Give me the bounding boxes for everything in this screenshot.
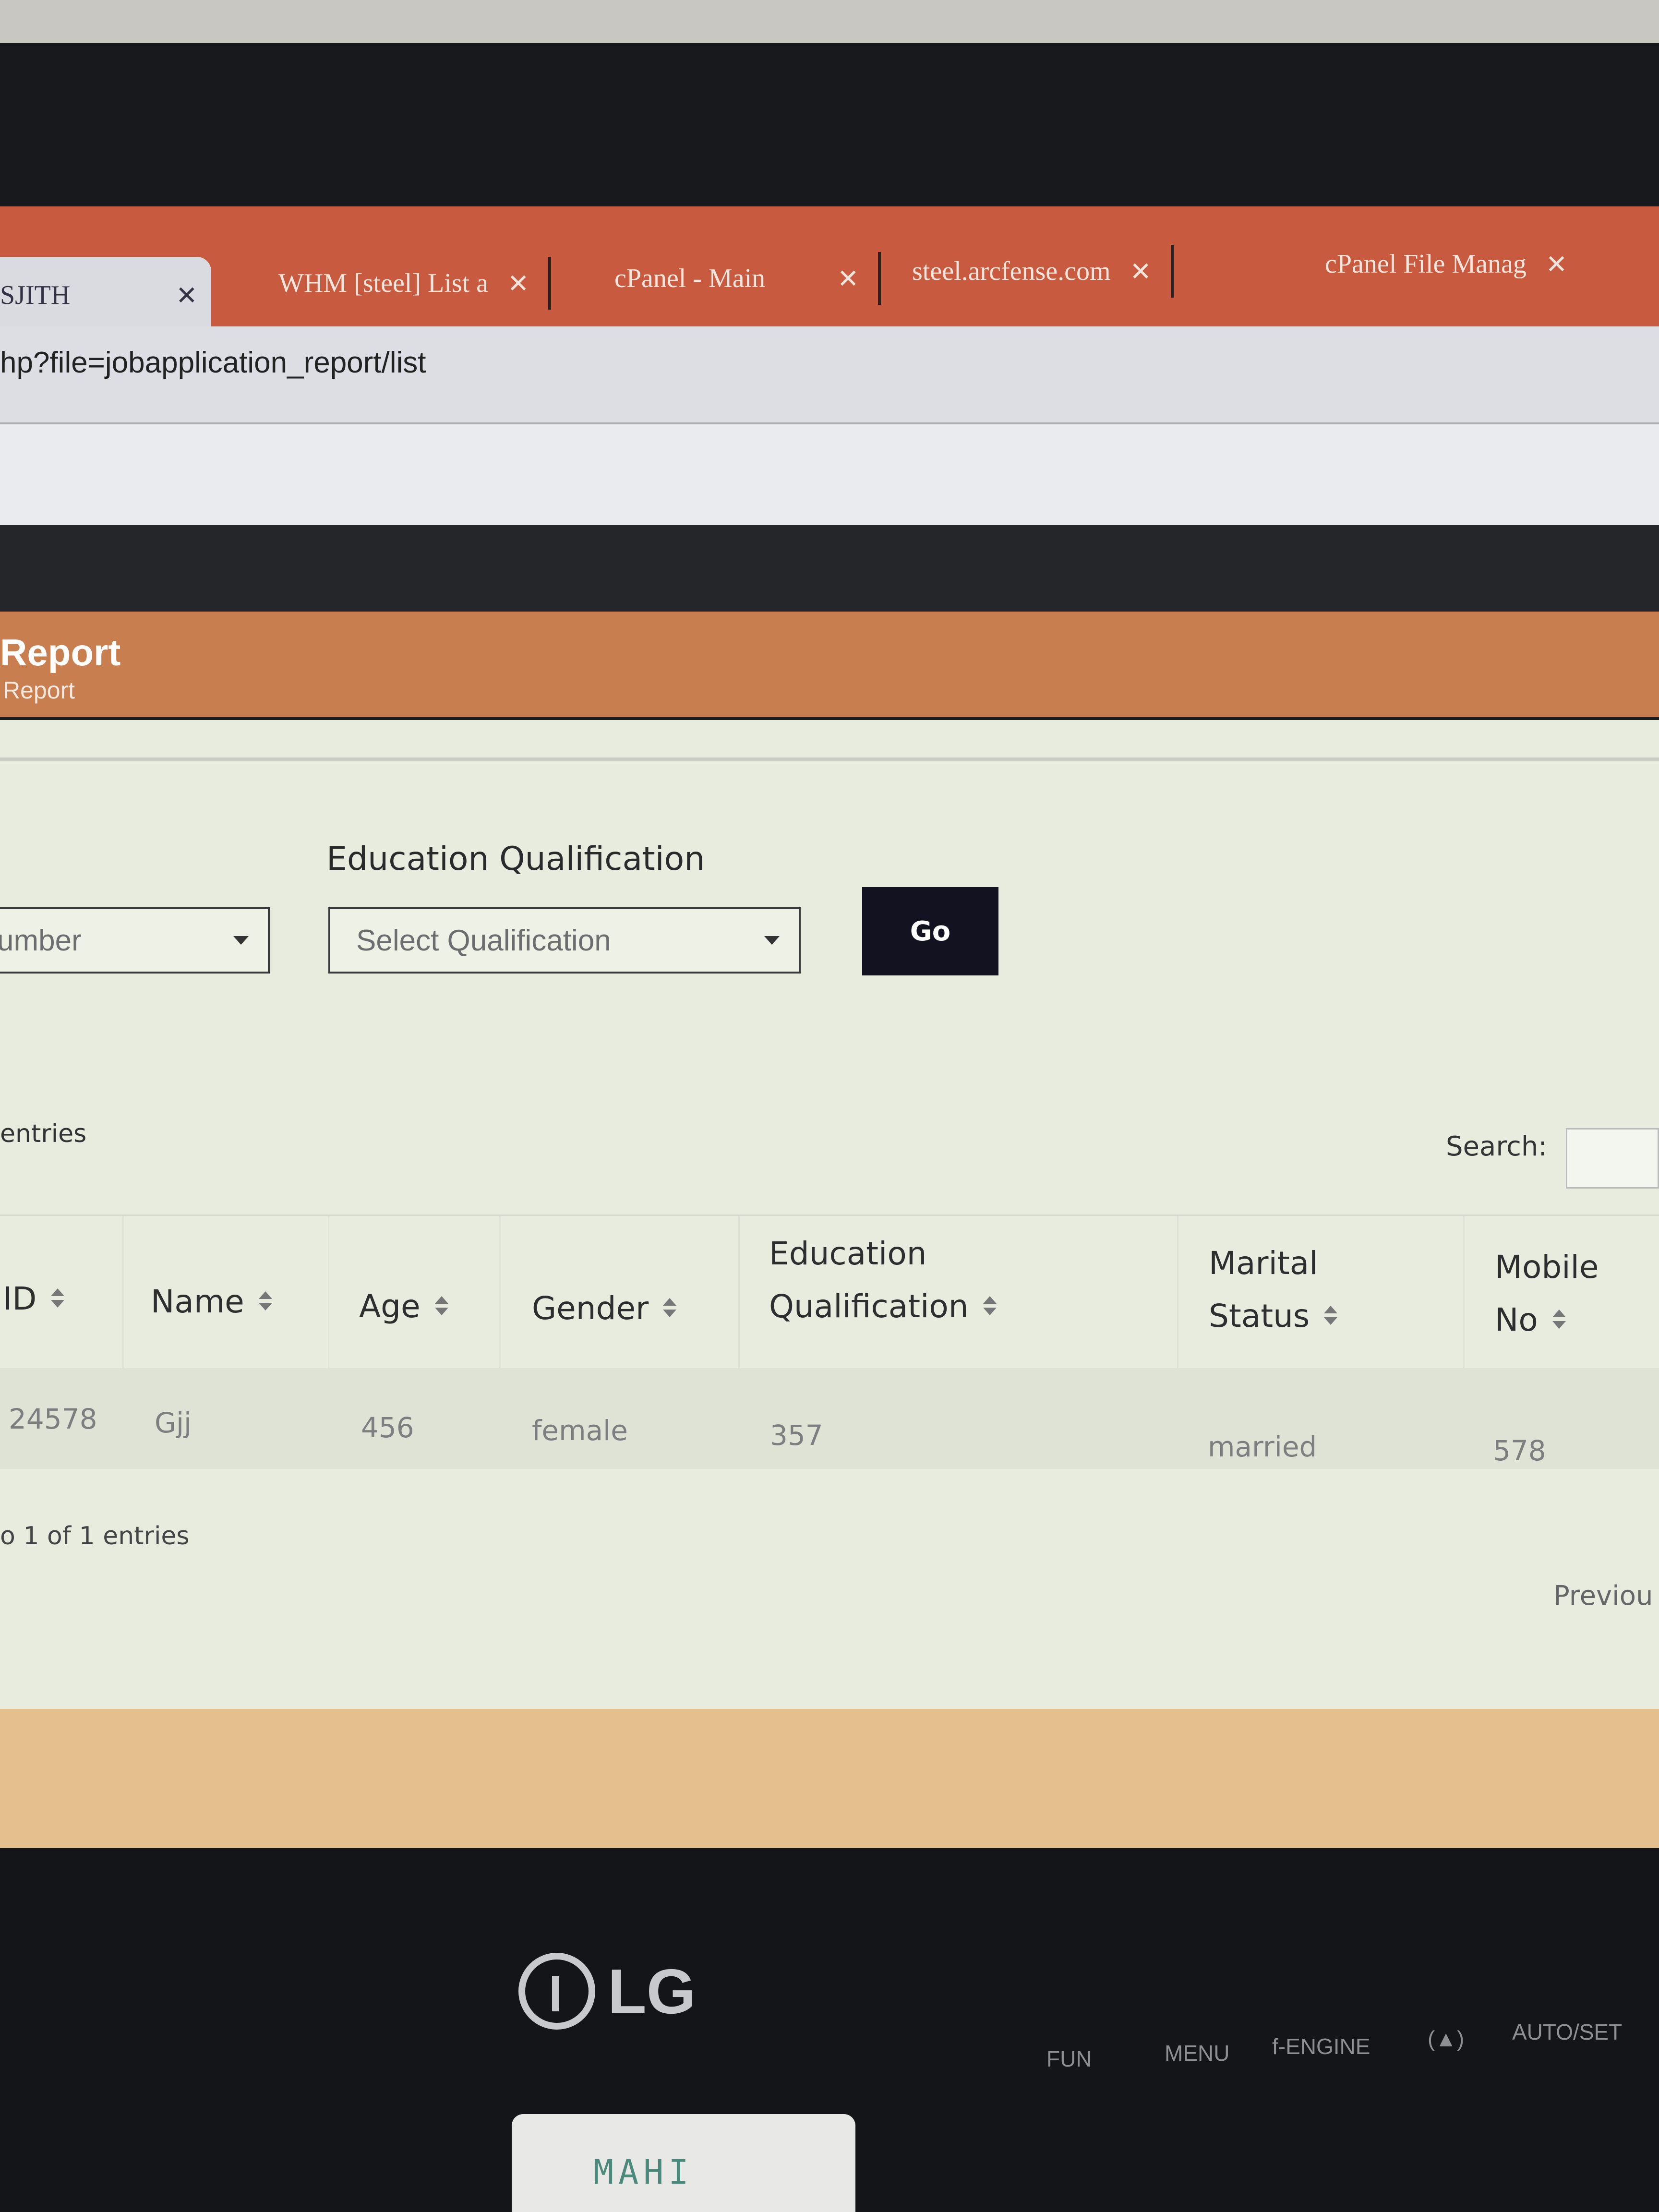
column-divider (499, 1216, 501, 1370)
url-text: hp?file=jobapplication_report/list (0, 346, 426, 379)
close-icon[interactable]: ✕ (1546, 249, 1567, 279)
sticker-text: MAHI (593, 2152, 694, 2192)
column-header-marital[interactable]: Marital Status (1209, 1237, 1338, 1343)
report-banner: Report Report (0, 612, 1659, 717)
column-header-age-label: Age (359, 1288, 421, 1325)
monitor-brand: LG (518, 1953, 696, 2030)
column-header-education-line2: Qualification (769, 1288, 969, 1325)
cell-education: 357 (770, 1419, 823, 1452)
go-button[interactable]: Go (862, 887, 998, 975)
previous-link[interactable]: Previou (1553, 1580, 1653, 1611)
column-header-mobile-line1: Mobile (1495, 1249, 1599, 1286)
cell-mobile: 578 (1493, 1434, 1546, 1467)
column-divider (1463, 1216, 1465, 1370)
column-header-id[interactable]: ID (3, 1273, 65, 1325)
brand-text: LG (608, 1956, 696, 2027)
page-title: Report (0, 631, 121, 673)
column-header-gender-label: Gender (532, 1290, 649, 1327)
tab-divider (878, 252, 881, 305)
monitor-button-engine[interactable]: f-ENGINE (1272, 2033, 1370, 2059)
number-select-value: umber (0, 924, 82, 957)
tab-divider (548, 257, 552, 310)
tab-label: cPanel File Manag (1325, 249, 1527, 279)
tab-label: cPanel - Main (614, 264, 766, 293)
monitor-button-fun[interactable]: FUN (1046, 2046, 1092, 2072)
close-icon[interactable]: ✕ (837, 264, 859, 294)
cell-name: Gjj (155, 1407, 192, 1439)
cell-age: 456 (361, 1411, 414, 1444)
page-footer-band (0, 1709, 1659, 1853)
number-select[interactable]: umber (0, 907, 270, 974)
search-label: Search: (1446, 1131, 1548, 1162)
cell-gender: female (532, 1414, 628, 1447)
close-icon[interactable]: ✕ (176, 280, 197, 311)
column-divider (122, 1216, 124, 1370)
browser-toolbar (0, 424, 1659, 525)
column-divider (1177, 1216, 1178, 1370)
cell-marital: married (1208, 1431, 1317, 1463)
tab-divider (1170, 245, 1174, 298)
column-header-mobile-line2: No (1495, 1301, 1538, 1338)
column-header-education-line1: Education (769, 1235, 927, 1272)
browser-tab-bar: SJITH ✕ WHM [steel] List a ✕ cPanel - Ma… (0, 206, 1659, 334)
monitor-button-auto-set[interactable]: AUTO/SET (1512, 2019, 1622, 2045)
column-header-mobile[interactable]: Mobile No (1495, 1241, 1599, 1346)
monitor-button-up[interactable]: (▲) (1428, 2026, 1464, 2052)
entries-label: entries (0, 1119, 87, 1148)
monitor-button-menu[interactable]: MENU (1165, 2040, 1229, 2066)
chevron-down-icon (764, 936, 780, 945)
lg-logo-icon (518, 1953, 595, 2030)
column-header-name[interactable]: Name (151, 1275, 272, 1328)
tab-label: WHM [steel] List a (278, 268, 488, 298)
tab-file-manager[interactable]: cPanel File Manag ✕ (1325, 221, 1567, 307)
search-input[interactable] (1566, 1128, 1659, 1189)
table-header: ID Name Age Gender Education Qualificati… (0, 1214, 1659, 1370)
cell-id: 24578 (9, 1403, 97, 1435)
column-header-marital-line2: Status (1209, 1298, 1310, 1334)
column-header-marital-line1: Marital (1209, 1245, 1318, 1282)
tab-label: SJITH (0, 280, 71, 310)
close-icon[interactable]: ✕ (1130, 256, 1152, 287)
breadcrumb: Report (3, 677, 75, 704)
section-divider (0, 757, 1659, 761)
column-header-age[interactable]: Age (359, 1280, 448, 1333)
tab-whm[interactable]: WHM [steel] List a ✕ (278, 240, 552, 326)
label-sticker: MAHI (512, 2114, 855, 2212)
column-divider (738, 1216, 740, 1370)
table-row[interactable]: 24578 Gjj 456 female 357 married 578 (0, 1368, 1659, 1469)
tab-cpanel-main[interactable]: cPanel - Main ✕ (614, 235, 881, 322)
column-header-education[interactable]: Education Qualification (769, 1227, 997, 1333)
qualification-select-value: Select Qualification (356, 924, 611, 957)
close-icon[interactable]: ✕ (507, 268, 529, 299)
column-header-id-label: ID (3, 1280, 37, 1317)
column-divider (328, 1216, 329, 1370)
page-header-dark (0, 525, 1659, 612)
qualification-filter-label: Education Qualification (326, 840, 705, 878)
tab-active[interactable]: SJITH ✕ (0, 257, 211, 334)
report-content: Education Qualification umber Select Qua… (0, 720, 1659, 1709)
table-info: o 1 of 1 entries (0, 1522, 190, 1551)
column-header-name-label: Name (151, 1283, 244, 1320)
chevron-down-icon (233, 936, 249, 945)
address-bar[interactable]: hp?file=jobapplication_report/list (0, 326, 1659, 424)
tab-steel[interactable]: steel.arcfense.com ✕ (912, 228, 1174, 314)
qualification-select[interactable]: Select Qualification (328, 907, 801, 974)
tab-label: steel.arcfense.com (912, 256, 1111, 286)
column-header-gender[interactable]: Gender (532, 1282, 677, 1335)
